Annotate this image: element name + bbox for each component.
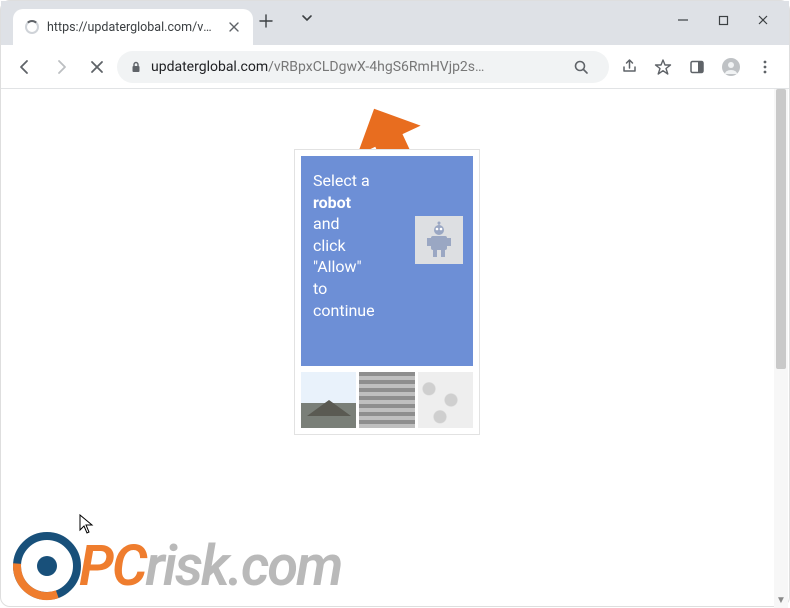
minimize-button[interactable] bbox=[663, 5, 703, 35]
tab-title: https://updaterglobal.com/vRBpx bbox=[47, 20, 217, 35]
captcha-image-row bbox=[301, 372, 473, 428]
captcha-image-option[interactable] bbox=[418, 372, 473, 428]
browser-tab[interactable]: https://updaterglobal.com/vRBpx bbox=[13, 9, 253, 45]
search-in-page-icon[interactable] bbox=[565, 51, 597, 83]
bookmark-star-icon[interactable] bbox=[647, 51, 679, 83]
side-panel-icon[interactable] bbox=[681, 51, 713, 83]
browser-toolbar: updaterglobal.com/vRBpxCLDgwX-4hgS6RmHVj… bbox=[1, 45, 789, 89]
share-icon[interactable] bbox=[613, 51, 645, 83]
url-path: /vRBpxCLDgwX-4hgS6RmHVjp2s… bbox=[268, 59, 484, 75]
page-content: ▲ ▼ Select a robot and click "Allow" to … bbox=[1, 89, 789, 608]
new-tab-button[interactable] bbox=[259, 14, 287, 28]
forward-button[interactable] bbox=[45, 51, 77, 83]
captcha-instruction-panel: Select a robot and click "Allow" to cont… bbox=[301, 156, 473, 366]
address-bar[interactable]: updaterglobal.com/vRBpxCLDgwX-4hgS6RmHVj… bbox=[117, 51, 609, 83]
browser-titlebar: https://updaterglobal.com/vRBpx bbox=[1, 1, 789, 45]
captcha-line: to bbox=[313, 278, 461, 300]
back-button[interactable] bbox=[9, 51, 41, 83]
tab-search-button[interactable] bbox=[287, 1, 327, 31]
url-host: updaterglobal.com bbox=[151, 59, 268, 75]
loading-spinner-icon bbox=[25, 20, 39, 34]
profile-avatar-icon[interactable] bbox=[715, 51, 747, 83]
captcha-image-option[interactable] bbox=[359, 372, 414, 428]
close-window-button[interactable] bbox=[743, 5, 783, 35]
stop-reload-button[interactable] bbox=[81, 51, 113, 83]
kebab-menu-icon[interactable] bbox=[749, 51, 781, 83]
captcha-line: Select a bbox=[313, 170, 461, 192]
maximize-button[interactable] bbox=[703, 5, 743, 35]
captcha-line: robot bbox=[313, 192, 461, 214]
toolbar-right bbox=[613, 51, 781, 83]
watermark-logo-icon bbox=[11, 530, 83, 602]
scroll-down-arrow-icon[interactable]: ▼ bbox=[774, 592, 788, 608]
watermark: PCrisk.com bbox=[11, 530, 341, 602]
watermark-rest: risk.com bbox=[145, 533, 341, 599]
lock-icon bbox=[129, 60, 143, 74]
captcha-line: continue bbox=[313, 300, 461, 322]
captcha-image-option[interactable] bbox=[301, 372, 356, 428]
robot-sample-icon bbox=[415, 216, 463, 264]
scrollbar-thumb[interactable] bbox=[776, 89, 786, 369]
url-text: updaterglobal.com/vRBpxCLDgwX-4hgS6RmHVj… bbox=[151, 59, 557, 75]
vertical-scrollbar[interactable]: ▲ ▼ bbox=[774, 89, 788, 608]
captcha-card: Select a robot and click "Allow" to cont… bbox=[294, 149, 480, 435]
watermark-text: PCrisk.com bbox=[79, 538, 341, 594]
watermark-prefix: PC bbox=[79, 533, 145, 599]
close-tab-button[interactable] bbox=[225, 20, 243, 34]
window-controls bbox=[663, 1, 789, 35]
